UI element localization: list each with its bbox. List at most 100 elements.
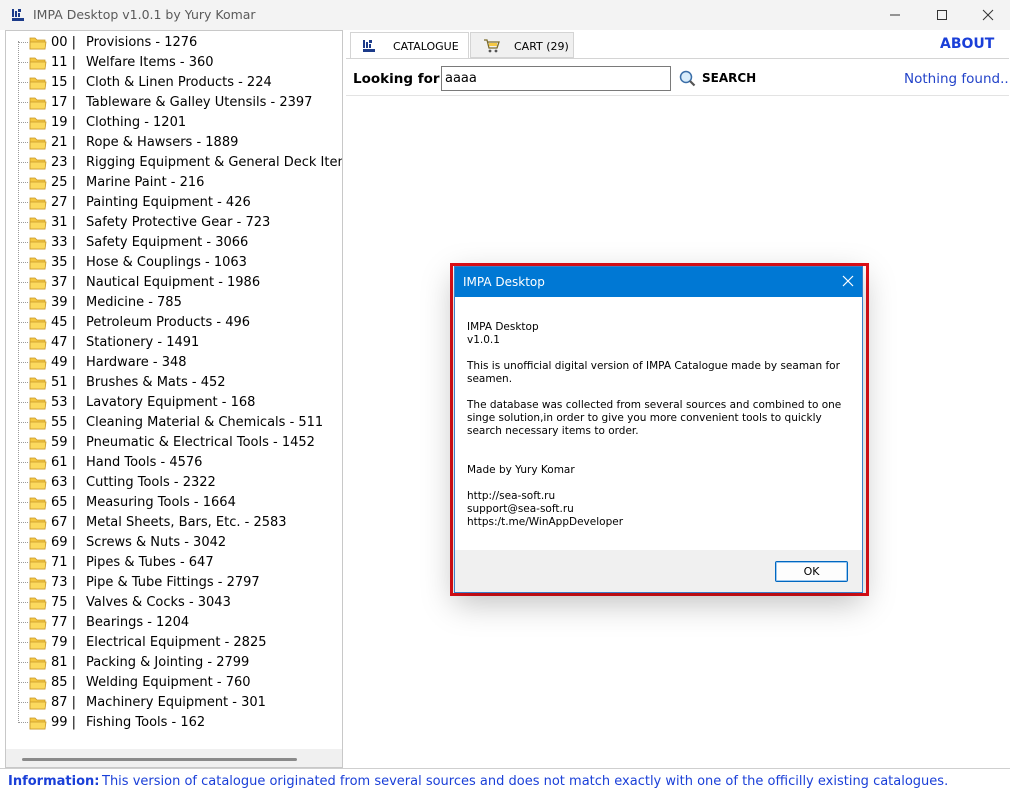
tree-item-code: 17 | xyxy=(51,95,77,110)
tree-item[interactable]: 81 | Packing & Jointing - 2799 xyxy=(6,653,342,673)
folder-icon xyxy=(29,557,47,570)
search-input[interactable] xyxy=(441,66,671,91)
tree-item[interactable]: 79 | Electrical Equipment - 2825 xyxy=(6,633,342,653)
tree-item-code: 47 | xyxy=(51,335,77,350)
maximize-button[interactable] xyxy=(919,0,965,30)
tree-item[interactable]: 63 | Cutting Tools - 2322 xyxy=(6,473,342,493)
tree-item[interactable]: 71 | Pipes & Tubes - 647 xyxy=(6,553,342,573)
tab-catalogue[interactable]: CATALOGUE xyxy=(350,32,469,58)
folder-icon xyxy=(29,437,47,450)
dialog-database-line: The database was collected from several … xyxy=(467,399,842,411)
tree-item-label: Metal Sheets, Bars, Etc. - 2583 xyxy=(86,515,287,530)
tree-item[interactable]: 69 | Screws & Nuts - 3042 xyxy=(6,533,342,553)
folder-icon xyxy=(29,397,47,410)
tree-item[interactable]: 59 | Pneumatic & Electrical Tools - 1452 xyxy=(6,433,342,453)
folder-icon xyxy=(29,237,47,250)
folder-icon xyxy=(29,717,47,730)
tree-item[interactable]: 27 | Painting Equipment - 426 xyxy=(6,193,342,213)
tree-item[interactable]: 37 | Nautical Equipment - 1986 xyxy=(6,273,342,293)
tree-item-code: 79 | xyxy=(51,635,77,650)
tree-item-label: Tableware & Galley Utensils - 2397 xyxy=(86,95,313,110)
folder-icon xyxy=(29,337,47,350)
tree-item[interactable]: 49 | Hardware - 348 xyxy=(6,353,342,373)
tree-item-code: 11 | xyxy=(51,55,77,70)
tree-item-label: Nautical Equipment - 1986 xyxy=(86,275,261,290)
close-window-button[interactable] xyxy=(965,0,1010,30)
tree-item-code: 69 | xyxy=(51,535,77,550)
tree-item[interactable]: 47 | Stationery - 1491 xyxy=(6,333,342,353)
tree-item[interactable]: 53 | Lavatory Equipment - 168 xyxy=(6,393,342,413)
tree-item-label: Hand Tools - 4576 xyxy=(86,455,203,470)
close-icon xyxy=(842,275,854,287)
tree-item-label: Hose & Couplings - 1063 xyxy=(86,255,247,270)
tree-item[interactable]: 51 | Brushes & Mats - 452 xyxy=(6,373,342,393)
tree-connector xyxy=(19,382,28,383)
folder-icon xyxy=(29,117,47,130)
tree-connector xyxy=(19,362,28,363)
tree-item[interactable]: 65 | Measuring Tools - 1664 xyxy=(6,493,342,513)
tree-item[interactable]: 33 | Safety Equipment - 3066 xyxy=(6,233,342,253)
search-label: Looking for xyxy=(353,71,440,87)
folder-icon xyxy=(29,537,47,550)
tree-item[interactable]: 35 | Hose & Couplings - 1063 xyxy=(6,253,342,273)
category-tree[interactable]: 00 | Provisions - 1276 11 | Welfare Items -… xyxy=(5,30,343,768)
tree-item[interactable]: 25 | Marine Paint - 216 xyxy=(6,173,342,193)
folder-icon xyxy=(29,357,47,370)
tree-item-code: 71 | xyxy=(51,555,77,570)
dialog-titlebar: IMPA Desktop xyxy=(455,267,862,297)
tree-item[interactable]: 11 | Welfare Items - 360 xyxy=(6,53,342,73)
tree-item-label: Welfare Items - 360 xyxy=(86,55,214,70)
dialog-telegram: https:/t.me/WinAppDeveloper xyxy=(467,516,624,528)
tree-item[interactable]: 99 | Fishing Tools - 162 xyxy=(6,713,342,733)
folder-icon xyxy=(29,77,47,90)
tree-connector xyxy=(19,62,28,63)
folder-icon xyxy=(29,637,47,650)
ok-button[interactable]: OK xyxy=(775,561,848,582)
dialog-close-button[interactable] xyxy=(833,267,863,297)
tree-horizontal-scrollbar[interactable] xyxy=(6,749,342,767)
tree-item-code: 31 | xyxy=(51,215,77,230)
tree-item[interactable]: 17 | Tableware & Galley Utensils - 2397 xyxy=(6,93,342,113)
tree-connector xyxy=(19,142,28,143)
tree-item-label: Hardware - 348 xyxy=(86,355,187,370)
folder-icon xyxy=(29,97,47,110)
tree-connector xyxy=(19,102,28,103)
folder-icon xyxy=(29,577,47,590)
tree-item-label: Bearings - 1204 xyxy=(86,615,190,630)
scrollbar-thumb[interactable] xyxy=(22,758,297,761)
tree-item[interactable]: 19 | Clothing - 1201 xyxy=(6,113,342,133)
tree-item-code: 73 | xyxy=(51,575,77,590)
tree-item[interactable]: 87 | Machinery Equipment - 301 xyxy=(6,693,342,713)
about-link[interactable]: ABOUT xyxy=(940,36,994,52)
tree-item[interactable]: 15 | Cloth & Linen Products - 224 xyxy=(6,73,342,93)
search-button[interactable]: SEARCH xyxy=(678,69,758,89)
tree-item[interactable]: 75 | Valves & Cocks - 3043 xyxy=(6,593,342,613)
tree-item-label: Stationery - 1491 xyxy=(86,335,200,350)
tab-cart[interactable]: CART (29) xyxy=(470,32,574,58)
tree-item[interactable]: 73 | Pipe & Tube Fittings - 2797 xyxy=(6,573,342,593)
tree-item[interactable]: 31 | Safety Protective Gear - 723 xyxy=(6,213,342,233)
minimize-button[interactable] xyxy=(872,0,918,30)
tree-item[interactable]: 39 | Medicine - 785 xyxy=(6,293,342,313)
folder-icon xyxy=(29,57,47,70)
folder-icon xyxy=(29,177,47,190)
tree-connector xyxy=(19,342,28,343)
tree-item-label: Rigging Equipment & General Deck Items - xyxy=(86,155,343,170)
tree-item-label: Packing & Jointing - 2799 xyxy=(86,655,250,670)
tree-item-code: 63 | xyxy=(51,475,77,490)
tree-item[interactable]: 61 | Hand Tools - 4576 xyxy=(6,453,342,473)
tree-item[interactable]: 67 | Metal Sheets, Bars, Etc. - 2583 xyxy=(6,513,342,533)
tree-item[interactable]: 77 | Bearings - 1204 xyxy=(6,613,342,633)
tree-item-code: 53 | xyxy=(51,395,77,410)
tree-item-label: Pneumatic & Electrical Tools - 1452 xyxy=(86,435,315,450)
tree-item[interactable]: 23 | Rigging Equipment & General Deck Ite… xyxy=(6,153,343,173)
tree-item[interactable]: 21 | Rope & Hawsers - 1889 xyxy=(6,133,342,153)
tree-item-label: Brushes & Mats - 452 xyxy=(86,375,226,390)
tree-item[interactable]: 85 | Welding Equipment - 760 xyxy=(6,673,342,693)
tree-item[interactable]: 55 | Cleaning Material & Chemicals - 511 xyxy=(6,413,342,433)
folder-icon xyxy=(29,137,47,150)
tree-item[interactable]: 00 | Provisions - 1276 xyxy=(6,33,342,53)
tree-item-code: 33 | xyxy=(51,235,77,250)
tree-item[interactable]: 45 | Petroleum Products - 496 xyxy=(6,313,342,333)
tree-item-code: 39 | xyxy=(51,295,77,310)
